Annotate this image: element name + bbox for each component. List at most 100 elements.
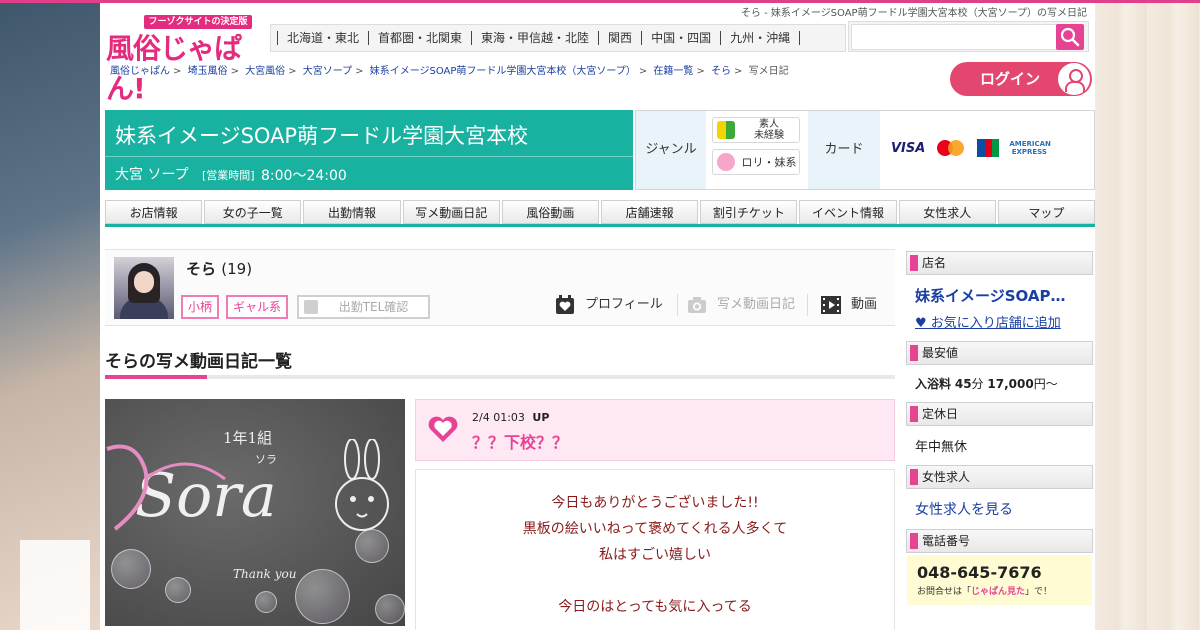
- background-left-photo: [0, 0, 100, 630]
- breadcrumb-item[interactable]: 妹系イメージSOAP萌フードル学園大宮本校（大宮ソープ）: [370, 66, 636, 77]
- girl-age: (19): [221, 260, 253, 278]
- nav-photo-diary[interactable]: 写メ動画日記: [687, 292, 795, 318]
- diary-photo[interactable]: 1年1組 ソラ Sora Thank you: [105, 399, 405, 626]
- calendar-icon: [304, 300, 318, 314]
- region-tokai[interactable]: 東海・甲信越・北陸: [471, 31, 598, 45]
- search-box: [848, 21, 1089, 52]
- background-right-wood: [1095, 0, 1200, 630]
- breadcrumb-item[interactable]: 大宮ソープ: [303, 66, 352, 77]
- breadcrumb-item[interactable]: 埼玉風俗: [188, 66, 228, 77]
- jcb-icon: [977, 139, 1000, 157]
- nav-video[interactable]: 動画: [821, 292, 877, 318]
- region-shutoken[interactable]: 首都圏・北関東: [368, 31, 471, 45]
- sidebar-heading-holiday: 定休日: [906, 402, 1093, 426]
- tab-shop-info[interactable]: お店情報: [105, 200, 203, 224]
- camera-icon: [688, 297, 706, 313]
- breadcrumb-item[interactable]: 大宮風俗: [245, 66, 285, 77]
- amex-icon: AMERICAN EXPRESS: [1009, 140, 1051, 156]
- shop-info-table: ジャンル 素人 未経験 ロリ・妹系 カード VISA AMERICAN EXPRE…: [635, 110, 1095, 190]
- login-label: ログイン: [980, 70, 1041, 88]
- beginner-leaf-icon: [717, 121, 735, 139]
- schedule-tel-button[interactable]: 出勤TEL確認: [297, 295, 430, 319]
- region-nav: 北海道・東北 首都圏・北関東 東海・甲信越・北陸 関西 中国・四国 九州・沖縄: [270, 24, 846, 52]
- hours-value: 8:00～24:00: [261, 168, 347, 184]
- sidebar: 店名 妹系イメージSOAP… ♥ お気に入り店舗に追加 最安値 入浴料 45分 …: [906, 251, 1093, 605]
- tab-photo-diary[interactable]: 写メ動画日記: [402, 200, 500, 224]
- tab-news[interactable]: 店舗速報: [601, 200, 699, 224]
- genre-list: 素人 未経験 ロリ・妹系: [712, 117, 800, 181]
- photo-text-thanks: Thank you: [233, 567, 297, 581]
- genre-badge-amateur[interactable]: 素人 未経験: [712, 117, 800, 143]
- lollipop-icon: [717, 153, 735, 171]
- region-chugoku[interactable]: 中国・四国: [641, 31, 720, 45]
- sidebar-heading-shop: 店名: [906, 251, 1093, 275]
- hours-label: [営業時間]: [202, 169, 255, 182]
- login-button[interactable]: ログイン: [950, 62, 1092, 96]
- genre-badge-loli[interactable]: ロリ・妹系: [712, 149, 800, 175]
- card-list: VISA AMERICAN EXPRESS: [891, 139, 1051, 157]
- search-button[interactable]: [1056, 24, 1084, 50]
- region-hokkaido[interactable]: 北海道・東北: [277, 31, 368, 45]
- diary-entry-header: 2/4 01:03 UP ？？下校？？: [415, 399, 895, 461]
- region-kyushu[interactable]: 九州・沖縄: [720, 31, 801, 45]
- section-underline: [105, 375, 895, 379]
- region-kansai[interactable]: 関西: [598, 31, 641, 45]
- search-input[interactable]: [851, 24, 1057, 50]
- entry-title[interactable]: ？？下校？？: [472, 429, 568, 453]
- girl-tag[interactable]: ギャル系: [226, 295, 289, 319]
- visa-icon: VISA: [891, 140, 926, 156]
- sidebar-recruit-link[interactable]: 女性求人を見る: [906, 489, 1093, 529]
- user-icon: [1058, 63, 1090, 95]
- entry-datetime: 2/4 01:03 UP: [472, 411, 549, 424]
- page-heading-small: そら - 妹系イメージSOAP萌フードル学園大宮本校（大宮ソープ）の写メ日記: [740, 8, 1087, 19]
- breadcrumb: 風俗じゃぱん > 埼玉風俗 > 大宮風俗 > 大宮ソープ > 妹系イメージSOAP萌フー…: [110, 66, 789, 77]
- entry-line: 今日もありがとうございました!!: [551, 495, 759, 511]
- sidebar-heading-price: 最安値: [906, 341, 1093, 365]
- film-icon: [821, 296, 841, 314]
- girl-name: そら (19): [186, 260, 253, 278]
- profile-calendar-icon: [556, 295, 574, 314]
- girl-profile-box: そら (19) 小柄 ギャル系 出勤TEL確認 プロフィール 写メ動画日記 動画: [105, 249, 895, 326]
- mastercard-icon: [935, 139, 967, 157]
- search-icon: [1060, 27, 1080, 47]
- sidebar-holiday: 年中無休: [915, 440, 968, 455]
- add-favorite-link[interactable]: ♥ お気に入り店舗に追加: [915, 312, 1084, 331]
- tab-girls[interactable]: 女の子一覧: [204, 200, 302, 224]
- shop-tabs: お店情報 女の子一覧 出勤情報 写メ動画日記 風俗動画 店舗速報 割引チケット …: [105, 200, 1096, 227]
- entry-up-label: UP: [532, 411, 550, 424]
- tab-recruit[interactable]: 女性求人: [898, 200, 996, 224]
- entry-date: 2/4: [472, 411, 490, 424]
- girl-thumbnail[interactable]: [114, 257, 174, 319]
- tab-videos[interactable]: 風俗動画: [501, 200, 600, 224]
- sidebar-shop-name[interactable]: 妹系イメージSOAP…: [915, 285, 1084, 306]
- heart-bubble-icon: [428, 416, 458, 442]
- entry-line: 黒板の絵いいねって褒めてくれる人多くて: [522, 521, 788, 537]
- tab-map[interactable]: マップ: [997, 200, 1096, 224]
- sidebar-heading-recruit: 女性求人: [906, 465, 1093, 489]
- sidebar-price: 入浴料 45分 17,000円～: [915, 377, 1058, 391]
- breadcrumb-item[interactable]: 在籍一覧: [653, 66, 693, 77]
- breadcrumb-item[interactable]: 風俗じゃぱん: [110, 66, 170, 77]
- girl-tag[interactable]: 小柄: [181, 295, 220, 319]
- tel-note: お問合せは「じゃぱん見た」で！: [917, 587, 1053, 597]
- tab-coupon[interactable]: 割引チケット: [700, 200, 798, 224]
- tab-schedule[interactable]: 出勤情報: [303, 200, 401, 224]
- sidebar-heading-tel: 電話番号: [906, 529, 1093, 553]
- nav-profile[interactable]: プロフィール: [555, 292, 663, 318]
- tel-number[interactable]: 048-645-7676: [917, 563, 1082, 582]
- tab-events[interactable]: イベント情報: [799, 200, 897, 224]
- shop-area: 大宮 ソープ: [115, 167, 189, 183]
- shop-name: 妹系イメージSOAP萌フードル学園大宮本校: [115, 124, 529, 148]
- entry-line: 今日のはとっても気に入ってる: [558, 599, 752, 615]
- section-title: そらの写メ動画日記一覧: [105, 352, 292, 372]
- diary-entry-body: 今日もありがとうございました!! 黒板の絵いいねって褒めてくれる人多くて 私はす…: [415, 469, 895, 630]
- entry-line: 私はすごい嬉しい: [599, 547, 711, 563]
- breadcrumb-item[interactable]: そら: [711, 66, 731, 77]
- shop-header: 妹系イメージSOAP萌フードル学園大宮本校 大宮 ソープ [営業時間] 8:00…: [105, 110, 633, 190]
- sidebar-tel-box: 048-645-7676 お問合せは「じゃぱん見た」で！: [907, 555, 1092, 605]
- entry-time: 01:03: [493, 411, 525, 424]
- site-logo[interactable]: フーゾクサイトの決定版 風俗じゃぱん!: [106, 15, 256, 105]
- page-container: そら - 妹系イメージSOAP萌フードル学園大宮本校（大宮ソープ）の写メ日記 フ…: [100, 3, 1096, 630]
- card-label: カード: [808, 111, 880, 189]
- genre-label: ジャンル: [636, 111, 706, 189]
